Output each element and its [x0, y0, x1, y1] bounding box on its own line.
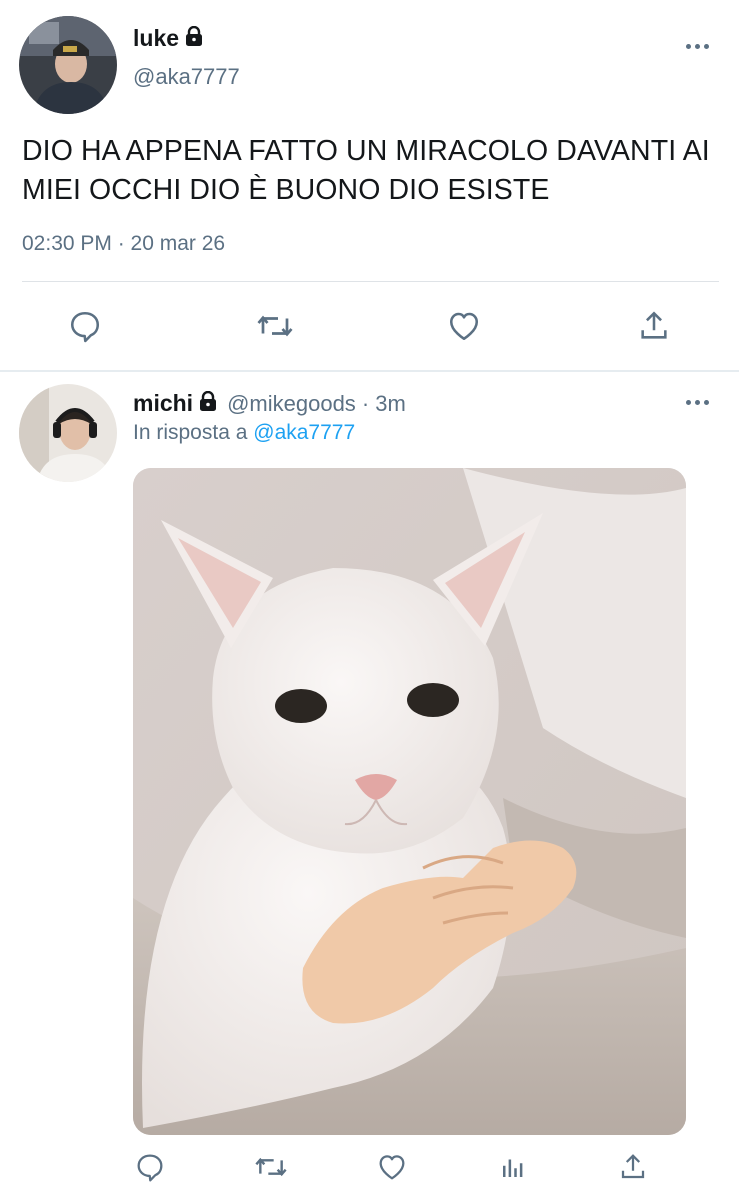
retweet-icon[interactable]	[253, 304, 297, 348]
more-options-icon[interactable]	[686, 400, 709, 405]
author-name[interactable]: luke	[133, 25, 203, 52]
lock-icon	[185, 25, 203, 52]
replying-to: In risposta a @aka7777	[133, 421, 355, 445]
tweet-separator	[0, 370, 739, 372]
tweet-timestamp[interactable]: 02:30 PM · 20 mar 26	[22, 232, 225, 256]
reply-author-name-text[interactable]: michi	[133, 390, 193, 417]
divider	[22, 281, 719, 282]
reply-icon[interactable]	[128, 1145, 172, 1189]
replying-to-mention[interactable]: @aka7777	[253, 421, 355, 444]
reply-icon[interactable]	[63, 304, 107, 348]
author-handle[interactable]: @aka7777	[133, 64, 240, 90]
more-options-icon[interactable]	[686, 44, 709, 49]
avatar-luke-image	[19, 16, 117, 114]
lock-icon	[199, 390, 217, 417]
share-icon[interactable]	[632, 304, 676, 348]
retweet-icon[interactable]	[249, 1145, 293, 1189]
analytics-icon[interactable]	[491, 1145, 535, 1189]
tweet-media-image[interactable]	[133, 468, 686, 1135]
avatar-michi-image	[19, 384, 117, 482]
like-icon[interactable]	[370, 1145, 414, 1189]
avatar-luke[interactable]	[19, 16, 117, 114]
avatar-michi[interactable]	[19, 384, 117, 482]
reply-author-name[interactable]: michi @mikegoods · 3m	[133, 390, 406, 417]
tweet-text: DIO HA APPENA FATTO UN MIRACOLO DAVANTI …	[22, 135, 710, 206]
reply-author-handle[interactable]: @mikegoods	[227, 391, 356, 417]
replying-to-prefix: In risposta a	[133, 421, 248, 444]
reply-time-ago[interactable]: · 3m	[362, 391, 406, 417]
share-icon[interactable]	[611, 1145, 655, 1189]
cat-photo	[133, 468, 686, 1135]
like-icon[interactable]	[442, 304, 486, 348]
author-name-text[interactable]: luke	[133, 25, 179, 52]
